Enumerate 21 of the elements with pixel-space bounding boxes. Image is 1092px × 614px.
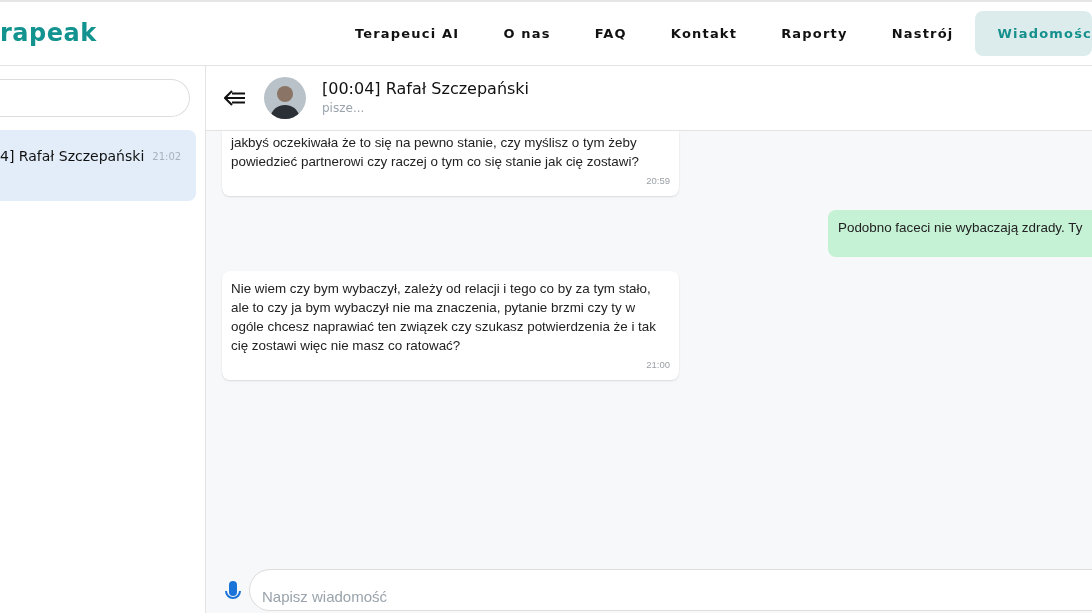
search-field[interactable] xyxy=(0,79,190,117)
typing-status: pisze... xyxy=(322,99,366,117)
nav-link[interactable]: Kontakt xyxy=(648,10,760,57)
avatar-icon xyxy=(264,77,306,119)
nav-link[interactable]: Nastrój xyxy=(869,10,976,57)
message-input[interactable]: Napisz wiadomość xyxy=(249,569,1092,611)
contact-name: 4] Rafał Szczepański xyxy=(0,147,145,166)
nav-link[interactable]: O nas xyxy=(481,10,573,57)
nav-link[interactable]: Terapeuci AI xyxy=(332,10,482,57)
conversation-item[interactable]: 4] Rafał Szczepański 21:02 xyxy=(0,130,196,201)
nav-link[interactable]: Raporty xyxy=(759,10,870,57)
nav-link[interactable]: FAQ xyxy=(572,10,649,57)
brand-logo[interactable]: rapeak xyxy=(0,20,97,45)
message-time: 21:02 xyxy=(152,150,182,164)
message-text: Nie wiem czy bym wybaczył, zależy od relacji i tego co by za tym stało, ale to czy ja bym wybaczył nie ma znaczenia, pytanie brzmi czy ty w ogóle chcesz naprawiać ten związek czy szukasz potwierdzenia że i tak cię zostawi więc nie masz co ratować? xyxy=(231,280,657,355)
message-text: Podobno faceci nie wybaczają zdrady. Ty xyxy=(838,219,1084,237)
message-time: 21:00 xyxy=(645,358,670,372)
chat-title: [00:04] Rafał Szczepański xyxy=(322,79,530,99)
back-menu-icon[interactable] xyxy=(224,90,246,106)
message-time: 20:59 xyxy=(645,174,670,188)
message-text: jakbyś oczekiwała że to się na pewno stanie, czy myślisz o tym żeby powiedzieć partnerowi czy raczej o tym co się stanie jak cię zostawi? xyxy=(231,134,640,171)
